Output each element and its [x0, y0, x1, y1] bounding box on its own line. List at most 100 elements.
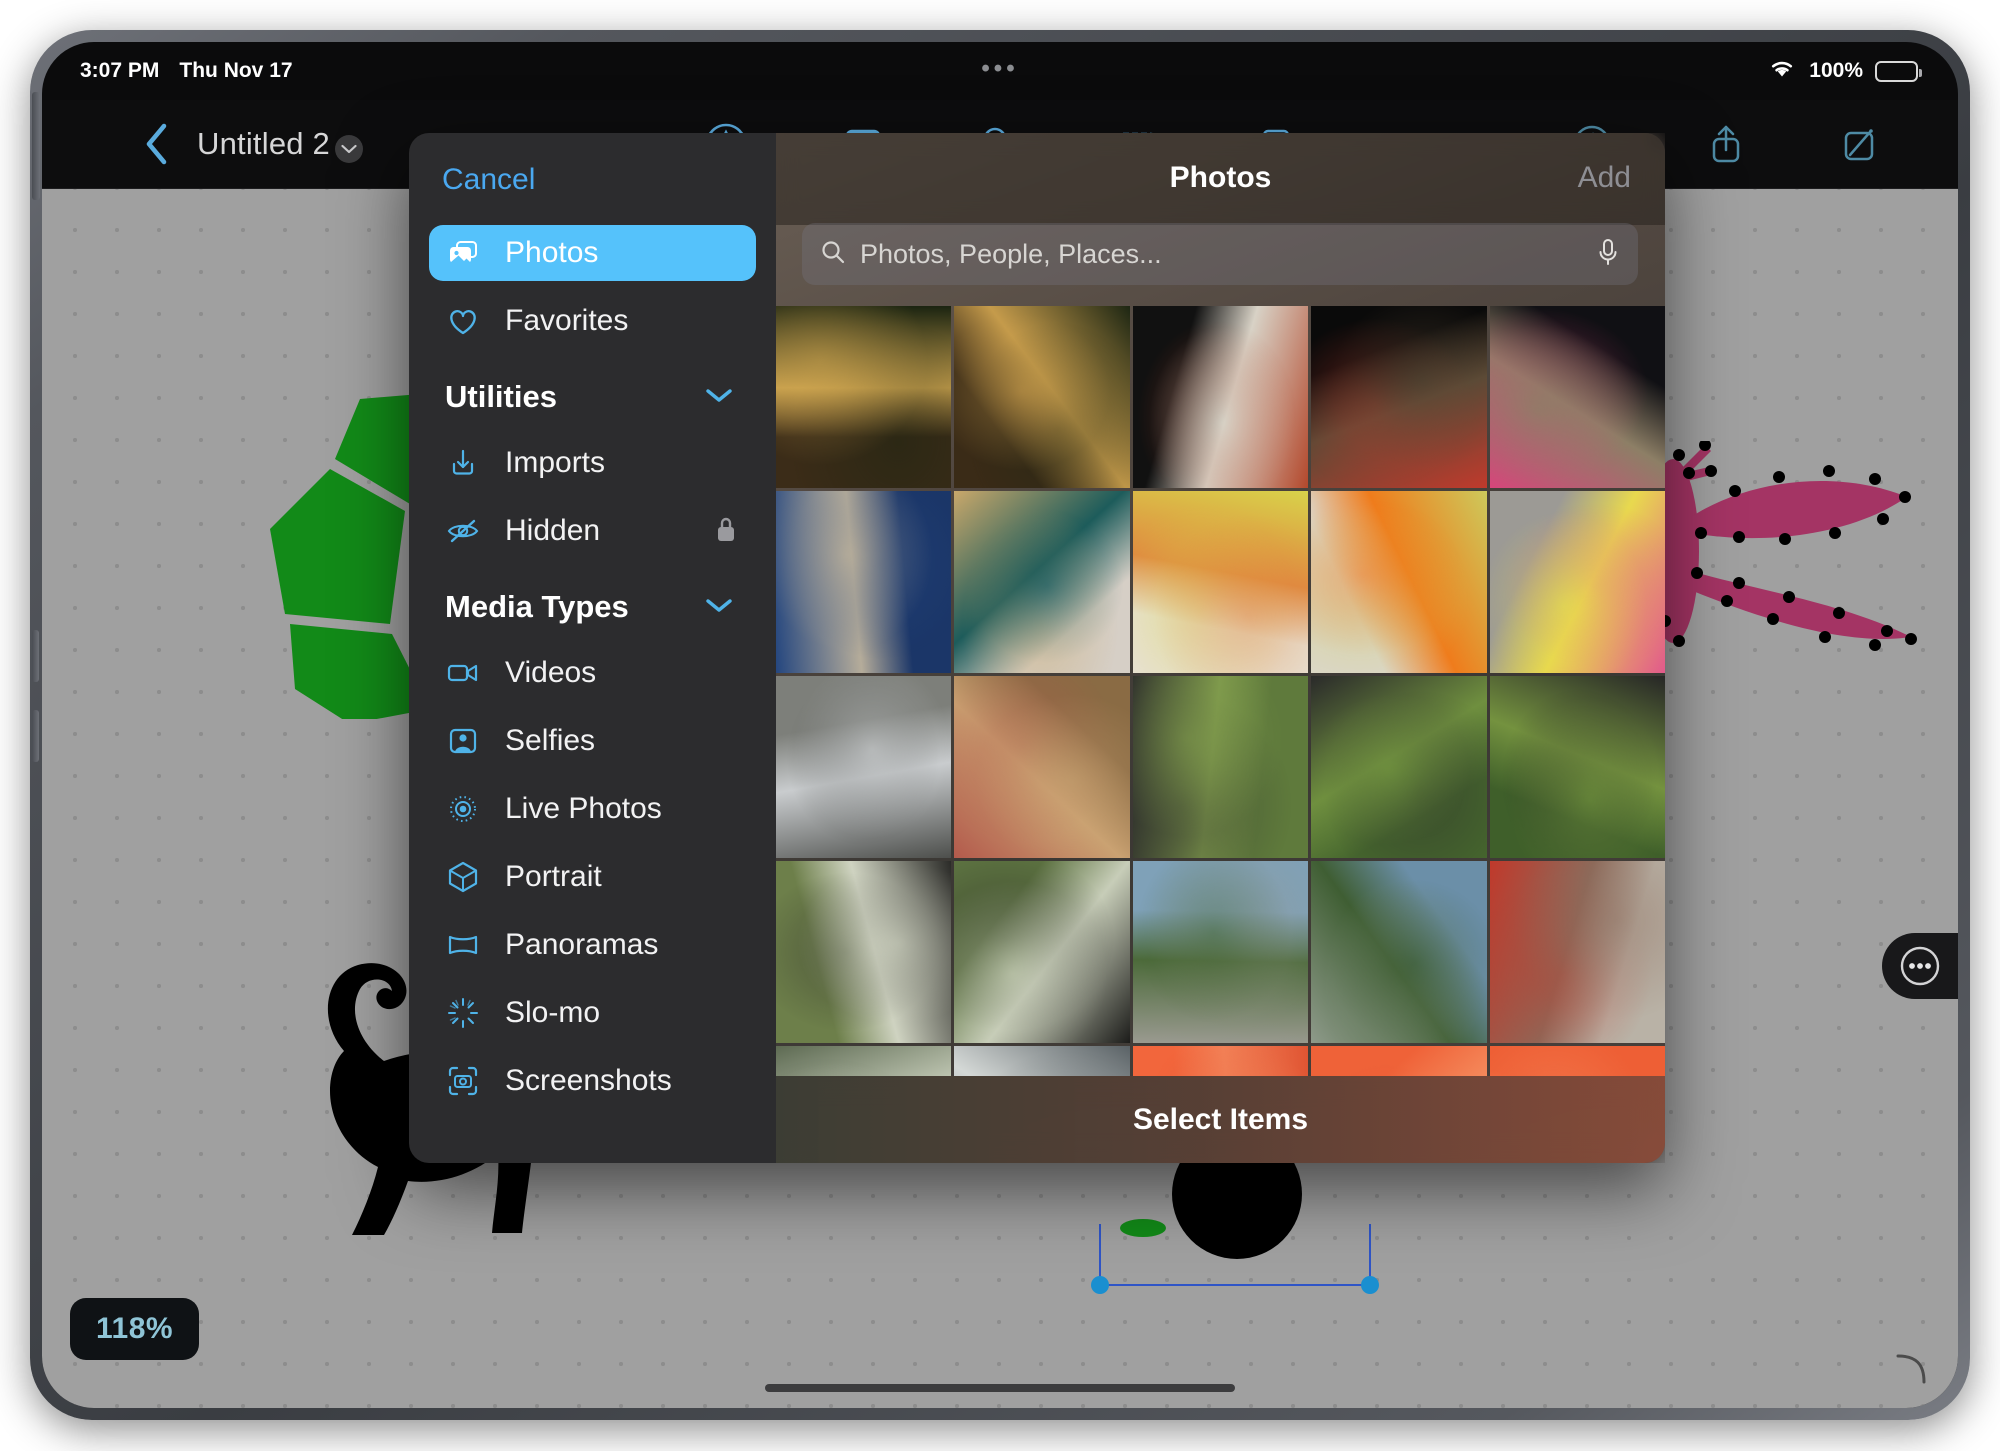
heart-icon	[445, 303, 481, 339]
thumb-carousel[interactable]	[1489, 861, 1665, 1043]
sidebar-item-portrait[interactable]: Portrait	[429, 849, 756, 905]
thumb-plant-bed-signs-2[interactable]	[1489, 676, 1665, 858]
sidebar-item-label: Live Photos	[505, 792, 662, 825]
resize-corner-icon[interactable]	[1894, 1352, 1928, 1386]
thumb-pineapple-treat[interactable]	[1489, 491, 1665, 673]
sidebar-item-label: Panoramas	[505, 928, 659, 961]
photos-picker-dialog: Cancel Photos Favorites Utilities Imports	[409, 133, 1665, 1163]
thumb-orange-sunset-3[interactable]	[1489, 1046, 1665, 1076]
add-button[interactable]: Add	[1578, 161, 1631, 195]
thumb-texture	[1489, 861, 1665, 1043]
thumb-texture	[1132, 1046, 1309, 1076]
sidebar-item-live-photos[interactable]: Live Photos	[429, 781, 756, 837]
thumb-texture	[1489, 1046, 1665, 1076]
thumb-cat-wig[interactable]	[954, 676, 1130, 858]
volume-up-button[interactable]	[32, 630, 39, 682]
thumb-texture	[954, 676, 1130, 858]
power-button[interactable]	[32, 92, 40, 200]
sidebar-item-selfies[interactable]: Selfies	[429, 713, 756, 769]
thumb-giant-pumpkin-2[interactable]	[1311, 491, 1487, 673]
thumb-texture	[1132, 306, 1309, 488]
thumb-texture	[1489, 491, 1665, 673]
thumb-texture	[776, 306, 952, 488]
lock-icon	[714, 514, 738, 549]
thumb-garden-pond-path[interactable]	[1132, 861, 1309, 1043]
thumb-house-night-window[interactable]	[1132, 306, 1309, 488]
cube-icon	[445, 859, 481, 895]
status-ellipsis: •••	[981, 55, 1019, 82]
photo-grid[interactable]	[776, 306, 1665, 1076]
zoom-level-badge[interactable]: 118%	[70, 1298, 200, 1360]
sidebar-item-favorites[interactable]: Favorites	[429, 293, 756, 349]
thumb-game-map-screen[interactable]	[776, 491, 952, 673]
ellipsis-circle-icon[interactable]	[1882, 933, 1958, 999]
thumb-orange-sunset-1[interactable]	[1132, 1046, 1309, 1076]
sidebar-item-hidden[interactable]: Hidden	[429, 503, 756, 559]
sidebar-item-photos[interactable]: Photos	[429, 225, 756, 281]
cancel-button[interactable]: Cancel	[442, 163, 535, 197]
thumb-parking-lot-cars[interactable]	[776, 676, 952, 858]
sidebar-item-slo-mo[interactable]: Slo-mo	[429, 985, 756, 1041]
thumb-storefront-sign[interactable]	[954, 1046, 1130, 1076]
document-title[interactable]: Untitled 2	[197, 126, 330, 162]
volume-down-button[interactable]	[32, 710, 39, 762]
battery-percent-label: 100%	[1809, 59, 1863, 82]
microphone-icon[interactable]	[1596, 237, 1620, 272]
thumb-texture	[1311, 1046, 1487, 1076]
home-indicator[interactable]	[765, 1384, 1235, 1392]
select-items-button[interactable]: Select Items	[776, 1076, 1665, 1163]
thumb-halloween-yard[interactable]	[1311, 306, 1487, 488]
thumb-lichen-closeup[interactable]	[776, 1046, 952, 1076]
thumb-pitcher-plant-2[interactable]	[954, 861, 1130, 1043]
thumb-broom-cabinet[interactable]	[954, 491, 1130, 673]
thumb-texture	[1132, 491, 1309, 673]
magenta-dragonfly-shape[interactable]	[1639, 441, 1939, 656]
wifi-icon	[1767, 57, 1797, 85]
thumb-texture	[776, 861, 952, 1043]
thumb-texture	[1311, 861, 1487, 1043]
compose-pencil-icon[interactable]	[1834, 118, 1886, 170]
sidebar-item-videos[interactable]: Videos	[429, 645, 756, 701]
slo-mo-icon	[445, 995, 481, 1031]
sidebar-item-label: Selfies	[505, 724, 596, 757]
sidebar-item-label: Slo-mo	[505, 996, 601, 1029]
search-input[interactable]: Photos, People, Places...	[802, 223, 1638, 285]
status-bar: 3:07 PM Thu Nov 17 ••• 100%	[42, 42, 1958, 100]
status-bar-right: 100%	[1767, 57, 1922, 85]
chevron-down-icon[interactable]	[704, 386, 734, 409]
sidebar-item-label: Videos	[505, 656, 597, 689]
sidebar-item-label: Portrait	[505, 860, 602, 893]
sidebar-item-label: Favorites	[505, 304, 629, 337]
chevron-down-icon[interactable]	[335, 135, 363, 163]
selection-handle-right[interactable]	[1361, 1276, 1379, 1294]
thumb-garden-sculpture[interactable]	[1132, 676, 1309, 858]
sidebar-section-utilities[interactable]: Utilities	[429, 369, 756, 425]
thumb-texture	[776, 491, 952, 673]
thumb-texture	[776, 1046, 952, 1076]
thumb-giant-pumpkin-1[interactable]	[1132, 491, 1309, 673]
sidebar-item-label: Screenshots	[505, 1064, 672, 1097]
thumb-snake-decoration-2[interactable]	[954, 306, 1130, 488]
thumb-texture	[1311, 306, 1487, 488]
sidebar-item-imports[interactable]: Imports	[429, 435, 756, 491]
selection-bounding-box[interactable]	[1091, 1224, 1379, 1294]
thumb-halloween-house[interactable]	[1489, 306, 1665, 488]
sidebar-item-screenshots[interactable]: Screenshots	[429, 1053, 756, 1109]
chevron-down-icon[interactable]	[704, 596, 734, 619]
sidebar-item-label: Photos	[505, 236, 599, 269]
thumb-orange-sunset-2[interactable]	[1311, 1046, 1487, 1076]
thumb-texture	[1132, 676, 1309, 858]
status-time: 3:07 PM	[80, 59, 160, 82]
sidebar-section-media-types[interactable]: Media Types	[429, 579, 756, 635]
sidebar-item-panoramas[interactable]: Panoramas	[429, 917, 756, 973]
ipad-device-frame: 3:07 PM Thu Nov 17 ••• 100% Untitled 2 1…	[30, 30, 1970, 1420]
share-up-arrow-icon[interactable]	[1700, 118, 1752, 170]
thumb-pitcher-plant-1[interactable]	[776, 861, 952, 1043]
thumb-texture	[1489, 676, 1665, 858]
selection-handle-left[interactable]	[1091, 1276, 1109, 1294]
thumb-snake-decoration-1[interactable]	[776, 306, 952, 488]
thumb-plant-bed-signs[interactable]	[1311, 676, 1487, 858]
thumb-texture	[954, 491, 1130, 673]
back-chevron-icon[interactable]	[142, 122, 172, 166]
thumb-pond-island[interactable]	[1311, 861, 1487, 1043]
